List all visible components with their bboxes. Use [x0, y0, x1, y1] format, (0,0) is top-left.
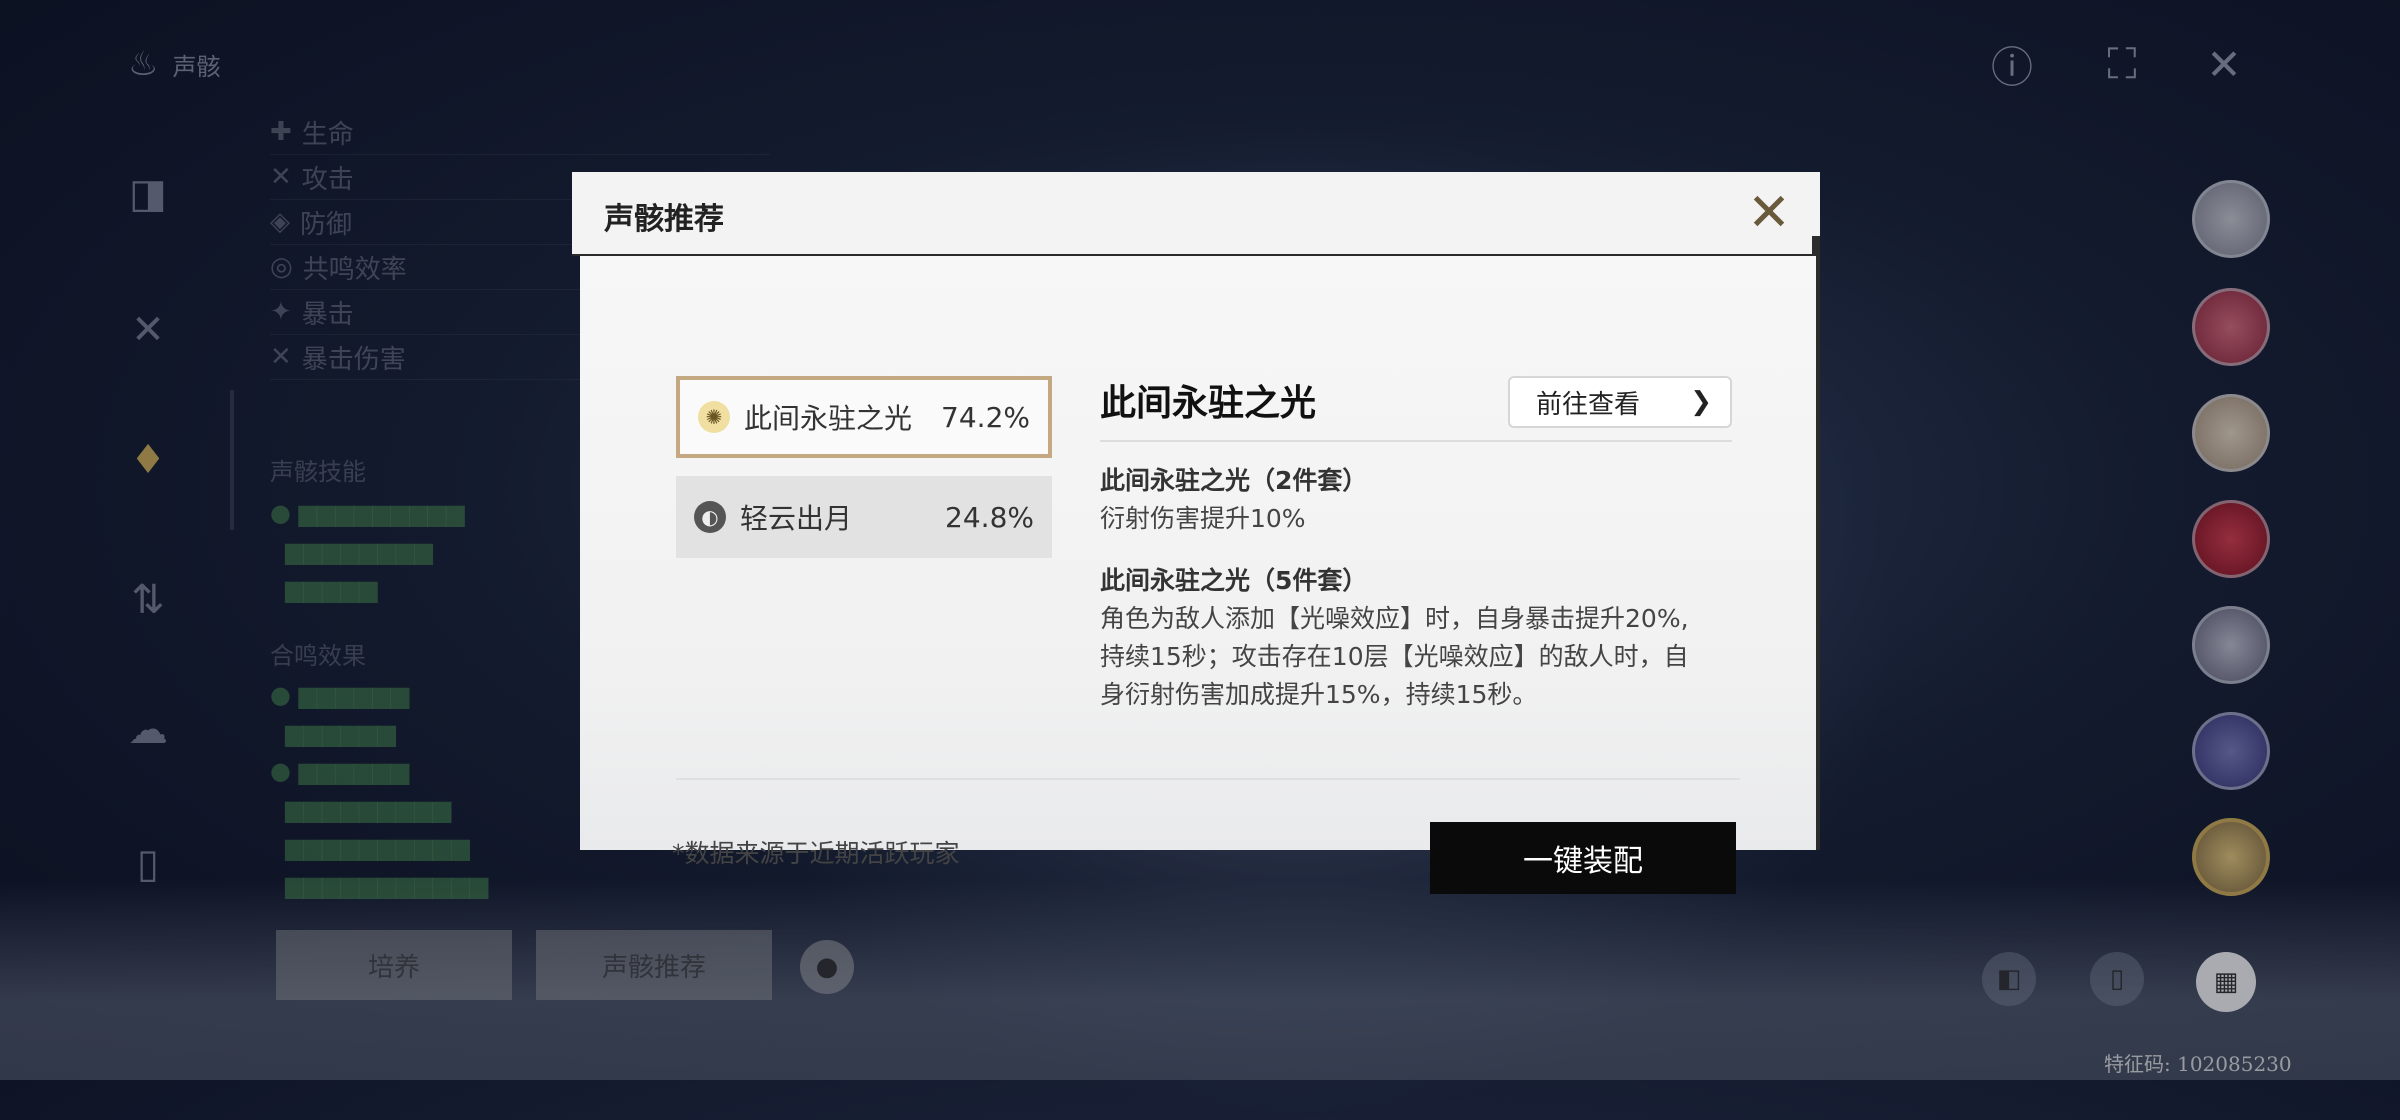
footer-divider	[676, 778, 1740, 780]
bonus-5-text-line: 身衍射伤害加成提升15%，持续15秒。	[1100, 680, 1538, 709]
one-click-equip-button[interactable]: 一键装配	[1430, 822, 1736, 894]
set-option-active[interactable]: ✺ 此间永驻之光 74.2%	[676, 376, 1052, 458]
bonus-5-block: 此间永驻之光（5件套） 角色为敌人添加【光噪效应】时，自身暴击提升20%, 持续…	[1100, 562, 1740, 714]
bonus-2-block: 此间永驻之光（2件套） 衍射伤害提升10%	[1100, 462, 1740, 538]
sun-icon: ✺	[698, 401, 730, 433]
echo-recommend-dialog: 声骸推荐 ✕ ✺ 此间永驻之光 74.2% ◐ 轻云出月 24.8% 此间永驻之…	[572, 172, 1820, 894]
bonus-5-text-line: 持续15秒；攻击存在10层【光噪效应】的敌人时，自	[1100, 642, 1689, 671]
set-option-name: 轻云出月	[740, 502, 853, 535]
set-option-name: 此间永驻之光	[744, 402, 913, 435]
goto-button-label: 前往查看	[1536, 389, 1641, 420]
bonus-2-text: 衍射伤害提升10%	[1100, 504, 1306, 533]
close-icon[interactable]: ✕	[1742, 183, 1796, 243]
dialog-title: 声骸推荐	[604, 202, 724, 237]
chevron-right-icon: ❯	[1690, 387, 1712, 417]
dialog-header: 声骸推荐 ✕	[572, 172, 1820, 256]
moon-icon: ◐	[694, 501, 726, 533]
goto-button[interactable]: 前往查看 ❯	[1508, 376, 1732, 428]
set-option-percent: 24.8%	[945, 500, 1034, 534]
selected-set-title: 此间永驻之光	[1100, 383, 1317, 424]
dialog-body: ✺ 此间永驻之光 74.2% ◐ 轻云出月 24.8% 此间永驻之光 前往查看 …	[580, 256, 1816, 894]
bonus-5-heading: 此间永驻之光（5件套）	[1100, 566, 1368, 595]
bonus-2-heading: 此间永驻之光（2件套）	[1100, 466, 1368, 495]
bonus-5-text-line: 角色为敌人添加【光噪效应】时，自身暴击提升20%,	[1100, 604, 1689, 633]
set-option-percent: 74.2%	[941, 400, 1030, 434]
divider	[1100, 440, 1732, 442]
set-option[interactable]: ◐ 轻云出月 24.8%	[676, 476, 1052, 558]
data-source-note: *数据来源于近期活跃玩家	[672, 839, 960, 868]
